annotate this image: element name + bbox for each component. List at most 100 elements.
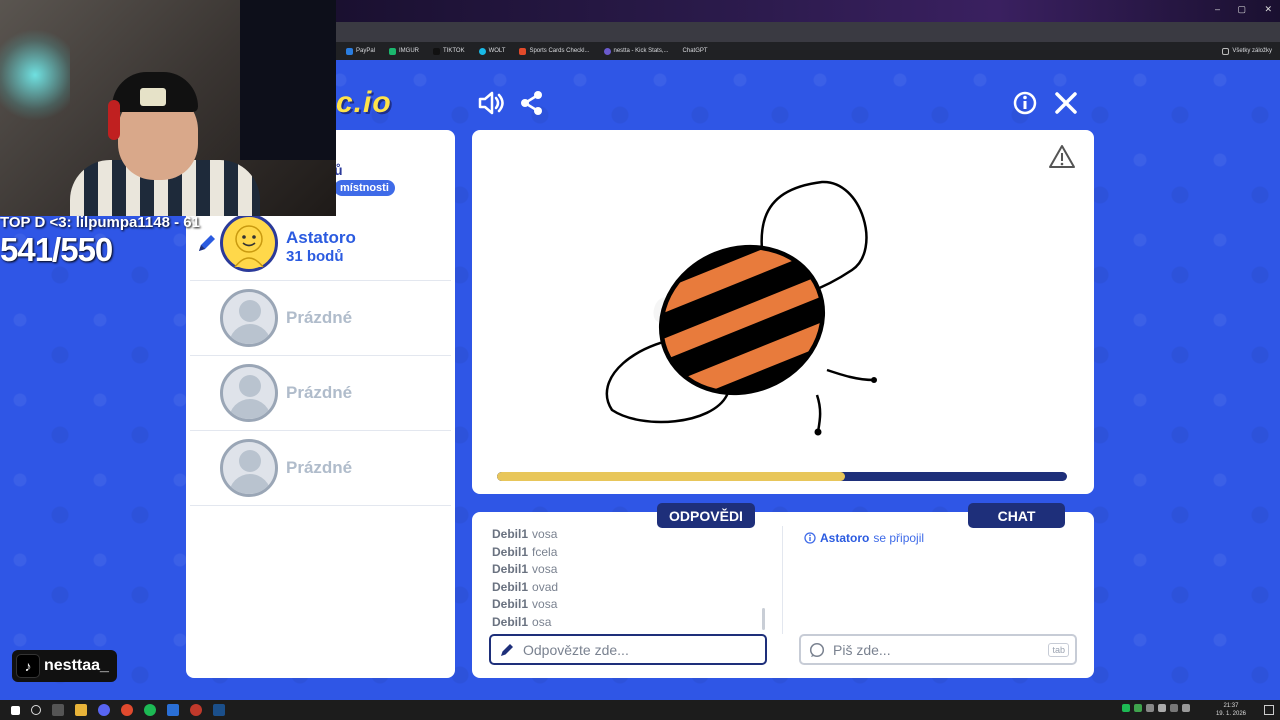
drawing-canvas[interactable]: c.io bbox=[472, 130, 1094, 494]
info-small-icon bbox=[804, 532, 816, 544]
answer-user: Debil1 bbox=[492, 527, 529, 541]
top-donor-text: TOP D <3: lilpumpa1148 - 61 bbox=[0, 214, 200, 231]
app-icon[interactable] bbox=[167, 704, 179, 716]
imgur-icon bbox=[389, 47, 397, 55]
spotify-icon[interactable] bbox=[144, 704, 156, 716]
taskbar: 21:37 19. 1. 2026 bbox=[0, 700, 1280, 720]
player-name: Prázdné bbox=[286, 308, 353, 327]
bookmark-tiktok[interactable]: TIKTOK bbox=[433, 47, 465, 55]
bookmarks-bar: PayPal IMGUR TIKTOK WOLT Sports Cards Ch… bbox=[336, 42, 1280, 60]
task-view-icon[interactable] bbox=[52, 704, 64, 716]
webcam-feed bbox=[0, 0, 336, 216]
address-bar[interactable] bbox=[336, 22, 1280, 42]
bookmark-sports-cards[interactable]: Sports Cards Checkl... bbox=[519, 47, 590, 55]
sound-icon[interactable] bbox=[476, 88, 506, 118]
chat-input[interactable] bbox=[833, 641, 1033, 658]
chat-message-text: se připojil bbox=[873, 531, 925, 545]
smiley-avatar-icon bbox=[234, 225, 264, 268]
game-logo[interactable]: c.io bbox=[336, 86, 406, 120]
pencil-icon bbox=[501, 643, 513, 656]
volume-icon[interactable] bbox=[1182, 704, 1190, 712]
answer-input[interactable] bbox=[523, 641, 723, 658]
panel-divider bbox=[782, 526, 783, 634]
answer-text: fcela bbox=[532, 544, 558, 559]
player-row[interactable]: Prázdné bbox=[190, 356, 451, 431]
tiktok-icon: ♪ bbox=[16, 654, 40, 678]
stream-overlay: TOP D <3: lilpumpa1148 - 61 541/550 bbox=[0, 214, 200, 269]
browser-chrome: – ▢ ✕ PayPal IMGUR TIKTOK WOLT Sports Ca… bbox=[336, 0, 1280, 60]
timer-progress-fill bbox=[497, 472, 845, 481]
tray-icon[interactable] bbox=[1122, 704, 1130, 712]
bookmark-paypal[interactable]: PayPal bbox=[346, 47, 375, 55]
player-name: Astatoro bbox=[286, 228, 356, 247]
answer-item: Debil1 vosa bbox=[492, 596, 762, 614]
empty-avatar-icon bbox=[220, 439, 278, 497]
bookmark-kick-stats[interactable]: nestta - Kick Stats,... bbox=[603, 47, 669, 55]
paypal-icon bbox=[346, 47, 353, 55]
all-bookmarks[interactable]: Všetky záložky bbox=[1222, 47, 1272, 55]
empty-avatar-icon bbox=[220, 289, 278, 347]
discord-icon[interactable] bbox=[98, 704, 110, 716]
share-icon[interactable] bbox=[517, 88, 547, 118]
tab-answers[interactable]: ODPOVĚDI bbox=[657, 503, 755, 528]
chrome-icon[interactable] bbox=[121, 704, 133, 716]
answers-list: Debil1 vosa Debil1 fcela Debil1 vosa Debil1 ova… bbox=[492, 526, 762, 631]
timer-progress-bar bbox=[497, 472, 1067, 481]
chat-system-message: Astatoro se připojil bbox=[804, 531, 924, 545]
folder-icon bbox=[1222, 47, 1230, 55]
obs-icon[interactable] bbox=[190, 704, 202, 716]
avatar bbox=[220, 214, 278, 272]
answer-text: vosa bbox=[532, 527, 558, 541]
chat-message-user: Astatoro bbox=[820, 531, 870, 545]
minimize-icon[interactable]: – bbox=[1215, 4, 1220, 14]
file-explorer-icon[interactable] bbox=[75, 704, 87, 716]
bookmark-chatgpt[interactable]: ChatGPT bbox=[683, 48, 708, 54]
close-window-icon[interactable]: ✕ bbox=[1264, 4, 1272, 15]
maximize-icon[interactable]: ▢ bbox=[1237, 4, 1246, 15]
bookmark-wolt[interactable]: WOLT bbox=[478, 47, 505, 55]
tiktok-icon bbox=[433, 47, 441, 55]
player-name: Prázdné bbox=[286, 383, 353, 402]
answer-text: osa bbox=[532, 614, 552, 629]
player-row[interactable]: Astatoro 31 bodů bbox=[190, 206, 451, 281]
answer-user: Debil1 bbox=[492, 597, 529, 611]
sports-cards-icon bbox=[519, 47, 527, 55]
cap-logo-icon bbox=[140, 88, 166, 106]
answer-item: Debil1 osa bbox=[492, 614, 762, 632]
wolt-icon bbox=[478, 47, 486, 55]
steam-icon[interactable] bbox=[213, 704, 225, 716]
empty-avatar-icon bbox=[220, 364, 278, 422]
answer-item: Debil1 vosa bbox=[492, 561, 762, 579]
taskbar-clock[interactable]: 21:37 19. 1. 2026 bbox=[1216, 702, 1246, 718]
chat-bubble-icon bbox=[809, 642, 825, 657]
answers-scrollbar[interactable] bbox=[762, 608, 765, 630]
close-icon[interactable] bbox=[1051, 88, 1081, 118]
windows-start-icon[interactable] bbox=[11, 705, 20, 715]
tray-icon[interactable] bbox=[1146, 704, 1154, 712]
answer-user: Debil1 bbox=[492, 544, 529, 559]
answer-text: vosa bbox=[532, 597, 558, 611]
answers-chat-panel: Debil1 vosa Debil1 fcela Debil1 vosa Debil1 ova… bbox=[472, 512, 1094, 678]
player-row[interactable]: Prázdné bbox=[190, 431, 451, 506]
search-icon[interactable] bbox=[31, 705, 41, 715]
tiktok-handle-tag: ♪ nesttaa_ bbox=[12, 650, 117, 682]
tray-icon[interactable] bbox=[1170, 704, 1178, 712]
report-warning-icon[interactable] bbox=[1048, 144, 1076, 170]
player-row[interactable]: Prázdné bbox=[190, 281, 451, 356]
answer-text: vosa bbox=[532, 562, 558, 576]
answer-input-box[interactable] bbox=[489, 634, 767, 665]
kick-stats-icon bbox=[603, 47, 611, 55]
chat-input-box[interactable]: tab bbox=[799, 634, 1077, 665]
answer-user: Debil1 bbox=[492, 579, 529, 594]
answer-item: Debil1 vosa bbox=[492, 526, 762, 544]
info-icon[interactable] bbox=[1010, 88, 1040, 118]
notifications-icon[interactable] bbox=[1264, 705, 1274, 715]
tab-chat[interactable]: CHAT bbox=[968, 503, 1065, 528]
answer-text: ovad bbox=[532, 579, 559, 594]
bookmark-imgur[interactable]: IMGUR bbox=[389, 47, 419, 55]
system-tray bbox=[1122, 704, 1190, 712]
room-badge[interactable]: místnosti bbox=[334, 180, 395, 196]
bee-drawing bbox=[605, 180, 877, 436]
tray-icon[interactable] bbox=[1158, 704, 1166, 712]
tray-icon[interactable] bbox=[1134, 704, 1142, 712]
